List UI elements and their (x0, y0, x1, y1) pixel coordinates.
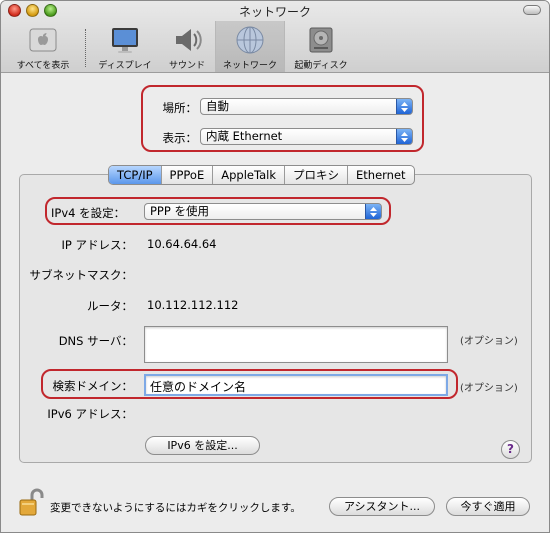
search-domains-value: 任意のドメイン名 (150, 380, 247, 394)
help-button[interactable]: ? (501, 440, 520, 459)
show-popup[interactable]: 内蔵 Ethernet (200, 128, 413, 145)
apply-now-button[interactable]: 今すぐ適用 (446, 497, 530, 516)
hard-disk-icon (309, 27, 333, 53)
toolbar-network-label: ネットワーク (222, 61, 277, 71)
lock-icon[interactable] (19, 488, 45, 518)
router-label: ルータ： (87, 299, 133, 313)
search-domains-field[interactable]: 任意のドメイン名 (144, 374, 448, 396)
configure-ipv4-label: IPv4 を設定： (51, 206, 126, 220)
tab-bar: TCP/IP PPPoE AppleTalk プロキシ Ethernet (108, 165, 415, 185)
location-value: 自動 (206, 99, 229, 113)
show-value: 内蔵 Ethernet (206, 129, 283, 143)
toolbar-separator (85, 29, 86, 67)
dns-optional-hint: (オプション) (460, 336, 518, 347)
search-domains-label: 検索ドメイン： (52, 379, 134, 393)
configure-ipv4-popup[interactable]: PPP を使用 (144, 203, 382, 220)
toolbar-network[interactable]: ネットワーク (215, 21, 285, 72)
subnet-mask-label: サブネットマスク： (29, 268, 134, 282)
router-value: 10.112.112.112 (147, 298, 239, 312)
tab-proxies[interactable]: プロキシ (285, 166, 348, 184)
popup-arrows-icon (396, 99, 412, 114)
dns-server-label: DNS サーバ： (58, 334, 133, 348)
tab-tcpip[interactable]: TCP/IP (109, 166, 162, 184)
configure-ipv6-button[interactable]: IPv6 を設定... (145, 436, 260, 455)
tab-ethernet[interactable]: Ethernet (348, 166, 414, 184)
ip-address-label: IP アドレス： (61, 238, 133, 252)
popup-arrows-icon (365, 204, 381, 219)
network-globe-icon (236, 26, 264, 54)
tab-appletalk[interactable]: AppleTalk (213, 166, 285, 184)
toolbar-displays-label: ディスプレイ (98, 61, 152, 71)
toolbar-show-all-label: すべてを表示 (16, 61, 70, 71)
lock-message: 変更できないようにするにはカギをクリックします。 (50, 502, 301, 514)
configure-ipv4-value: PPP を使用 (150, 204, 209, 218)
speaker-icon (176, 29, 202, 51)
toolbar-show-all[interactable]: すべてを表示 (5, 21, 81, 72)
assistant-button[interactable]: アシスタント... (329, 497, 435, 516)
ip-address-value: 10.64.64.64 (147, 237, 217, 251)
toolbar-toggle-button[interactable] (523, 5, 541, 15)
popup-arrows-icon (396, 129, 412, 144)
toolbar-sound-label: サウンド (168, 61, 205, 71)
show-label: 表示： (162, 131, 198, 145)
location-label: 場所： (162, 101, 198, 115)
ipv6-address-label: IPv6 アドレス： (47, 407, 133, 421)
dns-server-field[interactable] (144, 326, 448, 363)
toolbar-startup-disk[interactable]: 起動ディスク (287, 21, 355, 72)
toolbar-startup-disk-label: 起動ディスク (294, 61, 348, 71)
network-preferences-window: ネットワーク すべてを表示 ディスプレイ サウンド ネットワーク 起動ディスク … (0, 0, 550, 533)
toolbar-sound[interactable]: サウンド (161, 21, 213, 72)
tab-pppoe[interactable]: PPPoE (162, 166, 214, 184)
toolbar-displays[interactable]: ディスプレイ (92, 21, 158, 72)
search-optional-hint: (オプション) (460, 383, 518, 394)
display-icon (112, 28, 138, 53)
window-toolbar: ネットワーク すべてを表示 ディスプレイ サウンド ネットワーク 起動ディスク (1, 1, 549, 73)
apple-grid-icon (29, 28, 57, 52)
location-popup[interactable]: 自動 (200, 98, 413, 115)
window-title: ネットワーク (238, 5, 311, 19)
